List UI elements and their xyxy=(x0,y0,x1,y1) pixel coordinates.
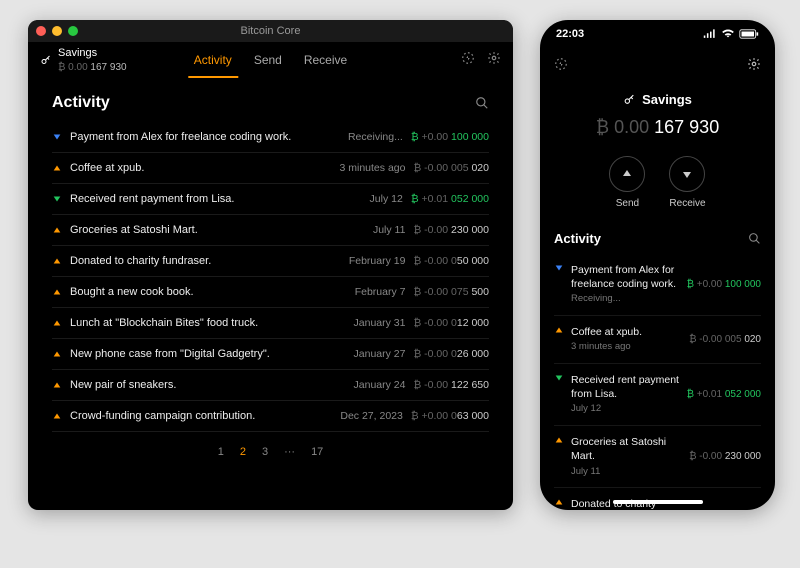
sync-icon[interactable] xyxy=(461,51,475,70)
pager-page[interactable]: 3 xyxy=(262,446,268,458)
table-row[interactable]: Donated to charity fundraser. February 19… xyxy=(52,246,489,277)
row-date: Receiving... xyxy=(348,131,403,143)
minimize-icon[interactable] xyxy=(52,26,62,36)
row-amount: ₿ -0.00 050 000 xyxy=(413,255,489,267)
pager: 1 2 3 ··· 17 xyxy=(52,446,489,458)
row-date: February 19 xyxy=(349,255,406,267)
row-date: Dec 27, 2023 xyxy=(340,410,402,422)
page-title: Activity xyxy=(52,94,110,112)
search-icon[interactable] xyxy=(748,232,761,245)
row-description: Payment from Alex for freelance coding w… xyxy=(571,263,680,306)
row-amount: ₿ -0.00 230 000 xyxy=(689,451,761,462)
desktop-window: Bitcoin Core Savings ₿ 0.00 167 930 Acti… xyxy=(28,20,513,510)
table-row[interactable]: New pair of sneakers. January 24 ₿ -0.00 1… xyxy=(52,370,489,401)
table-row[interactable]: Groceries at Satoshi Mart. July 11 ₿ -0.0… xyxy=(52,215,489,246)
row-amount: ₿ +0.00 100 000 xyxy=(411,131,489,143)
wallet-name: Savings xyxy=(58,46,127,60)
row-amount: ₿ +0.00 063 000 xyxy=(411,410,489,422)
activity-list: Payment from Alex for freelance coding w… xyxy=(554,254,761,510)
row-date: July 12 xyxy=(571,403,680,416)
row-amount: ₿ -0.00 005 020 xyxy=(413,162,489,174)
row-description: Groceries at Satoshi Mart.July 11 xyxy=(571,435,682,478)
row-amount: ₿ -0.00 122 650 xyxy=(413,379,489,391)
gear-icon[interactable] xyxy=(747,57,761,71)
pager-page[interactable]: ··· xyxy=(284,446,295,458)
row-date: Receiving... xyxy=(571,293,680,306)
row-description: Bought a new cook book. xyxy=(70,286,347,298)
maximize-icon[interactable] xyxy=(68,26,78,36)
balance: ₿ 0.00 167 930 xyxy=(554,117,761,138)
wallet-name: Savings xyxy=(642,92,692,107)
row-date: 3 minutes ago xyxy=(571,341,682,354)
table-row[interactable]: Payment from Alex for freelance coding w… xyxy=(52,122,489,153)
row-description: Crowd-funding campaign contribution. xyxy=(70,410,332,422)
table-row[interactable]: Received rent payment from Lisa. July 12 ₿… xyxy=(52,184,489,215)
gear-icon[interactable] xyxy=(487,51,501,70)
table-row[interactable]: Crowd-funding campaign contribution. Dec … xyxy=(52,401,489,432)
table-row[interactable]: Bought a new cook book. February 7 ₿ -0.00… xyxy=(52,277,489,308)
activity-heading: Activity xyxy=(554,231,601,246)
row-date: January 31 xyxy=(354,317,406,329)
row-amount: ₿ +0.01 052 000 xyxy=(411,193,489,205)
home-indicator[interactable] xyxy=(613,500,703,504)
row-description: Coffee at xpub.3 minutes ago xyxy=(571,325,682,354)
row-date: July 11 xyxy=(373,224,406,236)
row-amount: ₿ +0.00 100 000 xyxy=(687,279,761,290)
row-amount: ₿ -0.00 005 020 xyxy=(689,334,761,345)
row-description: Coffee at xpub. xyxy=(70,162,332,174)
tab-activity[interactable]: Activity xyxy=(192,42,234,78)
send-button[interactable]: Send xyxy=(609,156,645,209)
row-date: July 11 xyxy=(571,466,682,479)
row-date: February 7 xyxy=(355,286,406,298)
row-amount: ₿ +0.01 052 000 xyxy=(687,389,761,400)
row-description: Payment from Alex for freelance coding w… xyxy=(70,131,340,143)
row-amount: ₿ -0.00 230 000 xyxy=(413,224,489,236)
search-icon[interactable] xyxy=(475,96,489,110)
pager-page[interactable]: 2 xyxy=(240,446,246,458)
phone-frame: 22:03 Savings ₿ 0.00 167 930 Send xyxy=(540,20,775,510)
row-description: New pair of sneakers. xyxy=(70,379,346,391)
row-description: Lunch at "Blockchain Bites" food truck. xyxy=(70,317,346,329)
list-item[interactable]: Payment from Alex for freelance coding w… xyxy=(554,254,761,316)
row-description: Groceries at Satoshi Mart. xyxy=(70,224,365,236)
table-row[interactable]: New phone case from "Digital Gadgetry". J… xyxy=(52,339,489,370)
list-item[interactable]: Groceries at Satoshi Mart.July 11 ₿ -0.00… xyxy=(554,426,761,488)
tab-send[interactable]: Send xyxy=(252,42,284,78)
wallet-info[interactable]: Savings ₿ 0.00 167 930 xyxy=(40,46,127,73)
receive-button[interactable]: Receive xyxy=(669,156,705,209)
table-row[interactable]: Coffee at xpub. 3 minutes ago ₿ -0.00 005 … xyxy=(52,153,489,184)
pager-page[interactable]: 1 xyxy=(218,446,224,458)
toolbar: Savings ₿ 0.00 167 930 Activity Send Rec… xyxy=(28,42,513,80)
window-title: Bitcoin Core xyxy=(28,25,513,37)
row-date: 3 minutes ago xyxy=(340,162,406,174)
status-time: 22:03 xyxy=(556,28,584,40)
tabs: Activity Send Receive xyxy=(192,42,349,78)
sync-icon[interactable] xyxy=(554,57,568,71)
activity-list: Payment from Alex for freelance coding w… xyxy=(52,122,489,432)
row-date: July 12 xyxy=(370,193,403,205)
close-icon[interactable] xyxy=(36,26,46,36)
status-bar: 22:03 xyxy=(540,20,775,48)
pager-page[interactable]: 17 xyxy=(311,446,323,458)
row-amount: ₿ -0.00 012 000 xyxy=(413,317,489,329)
tab-receive[interactable]: Receive xyxy=(302,42,349,78)
table-row[interactable]: Lunch at "Blockchain Bites" food truck. J… xyxy=(52,308,489,339)
row-amount: ₿ -0.00 075 500 xyxy=(413,286,489,298)
row-date: January 24 xyxy=(354,379,406,391)
row-description: Received rent payment from Lisa. xyxy=(70,193,362,205)
row-description: New phone case from "Digital Gadgetry". xyxy=(70,348,346,360)
titlebar: Bitcoin Core xyxy=(28,20,513,42)
list-item[interactable]: Received rent payment from Lisa.July 12 ₿… xyxy=(554,364,761,426)
key-icon xyxy=(40,54,52,66)
row-amount: ₿ -0.00 026 000 xyxy=(413,348,489,360)
row-description: Received rent payment from Lisa.July 12 xyxy=(571,373,680,416)
status-indicators xyxy=(703,29,759,39)
row-date: January 27 xyxy=(354,348,406,360)
list-item[interactable]: Coffee at xpub.3 minutes ago ₿ -0.00 005 … xyxy=(554,316,761,364)
key-icon xyxy=(623,93,636,106)
row-description: Donated to charity fundraser. xyxy=(70,255,341,267)
